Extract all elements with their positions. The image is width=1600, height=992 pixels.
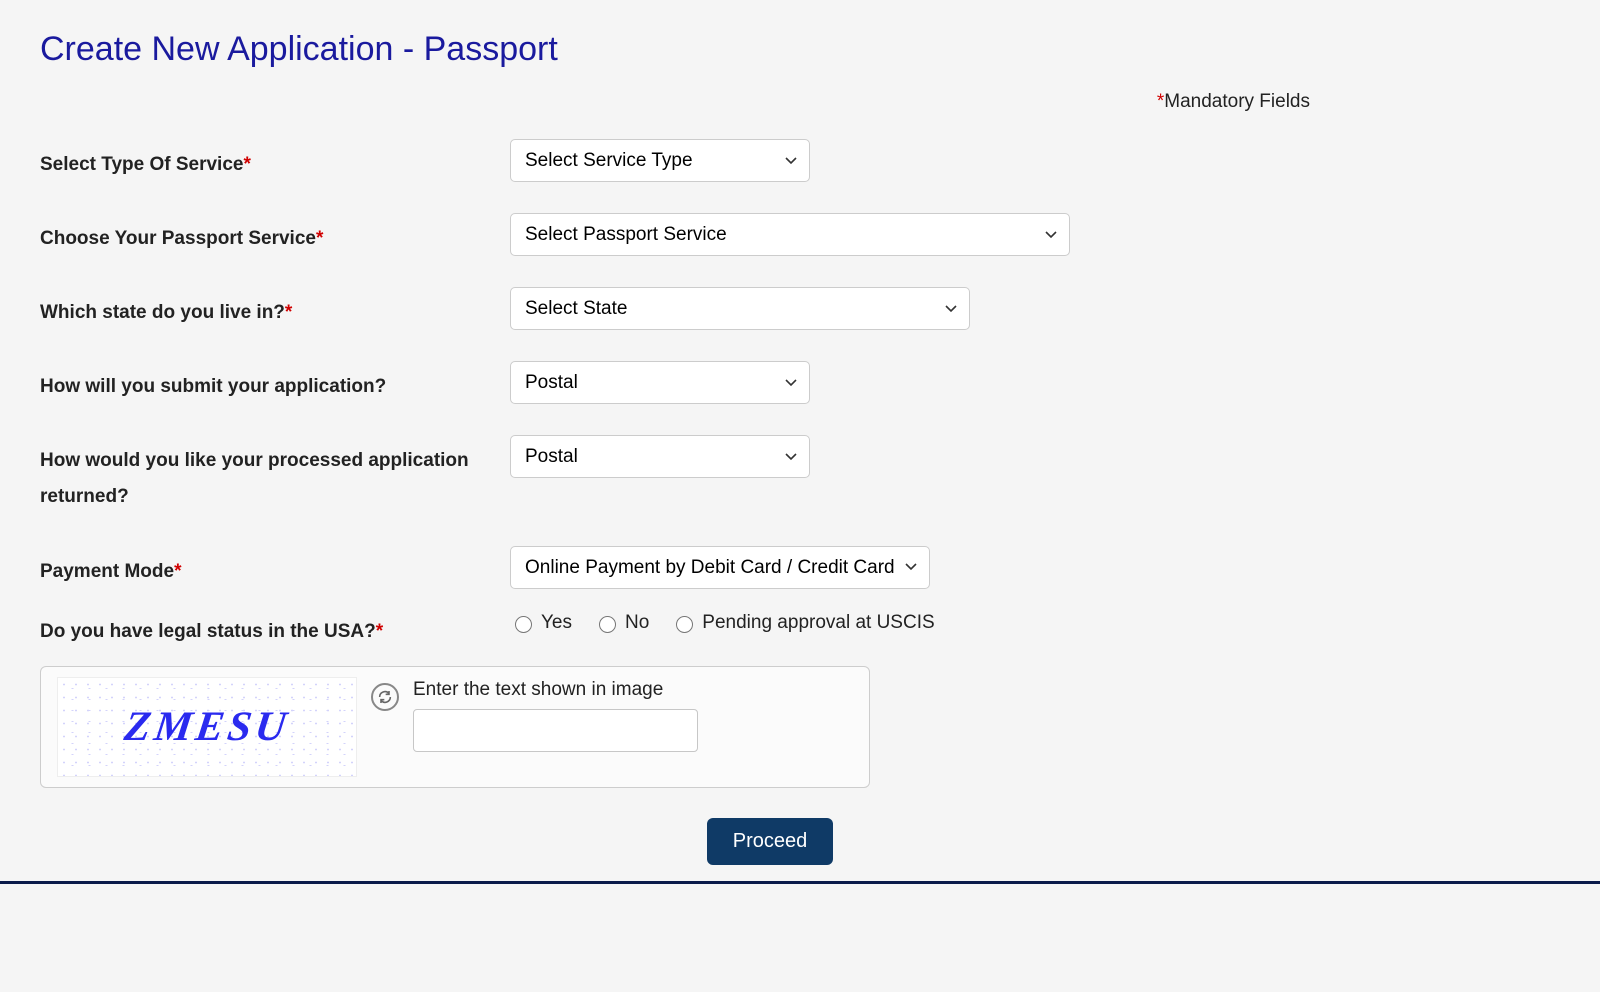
select-submit-method[interactable]: Postal: [510, 361, 810, 404]
row-payment-mode: Payment Mode* Online Payment by Debit Ca…: [40, 546, 1560, 590]
row-service-type: Select Type Of Service* Select Service T…: [40, 139, 1560, 183]
application-form: Create New Application - Passport *Manda…: [0, 0, 1600, 884]
label-state: Which state do you live in?*: [40, 287, 510, 331]
select-service-type[interactable]: Select Service Type: [510, 139, 810, 182]
select-passport-service[interactable]: Select Passport Service: [510, 213, 1070, 256]
radio-yes[interactable]: [515, 616, 532, 633]
captcha-prompt: Enter the text shown in image: [413, 679, 853, 701]
required-icon: *: [285, 302, 292, 323]
radio-option-yes[interactable]: Yes: [510, 612, 572, 634]
captcha-section: ZMESU Enter the text shown in image: [40, 666, 870, 788]
submit-row: Proceed: [40, 818, 1560, 865]
label-payment-mode: Payment Mode*: [40, 546, 510, 590]
row-passport-service: Choose Your Passport Service* Select Pas…: [40, 213, 1560, 257]
required-icon: *: [243, 154, 250, 175]
select-payment-mode[interactable]: Online Payment by Debit Card / Credit Ca…: [510, 546, 930, 589]
proceed-button[interactable]: Proceed: [707, 818, 834, 865]
row-return-method: How would you like your processed applic…: [40, 435, 1560, 515]
refresh-captcha-icon[interactable]: [371, 683, 399, 711]
captcha-entry: Enter the text shown in image: [413, 677, 853, 752]
select-return-method[interactable]: Postal: [510, 435, 810, 478]
label-return-method: How would you like your processed applic…: [40, 435, 510, 515]
page-title: Create New Application - Passport: [40, 30, 1560, 69]
label-legal-status: Do you have legal status in the USA?*: [40, 606, 510, 650]
legal-status-options: Yes No Pending approval at USCIS: [510, 606, 935, 634]
captcha-image: ZMESU: [57, 677, 357, 777]
radio-pending[interactable]: [676, 616, 693, 633]
captcha-input[interactable]: [413, 709, 698, 752]
radio-option-pending[interactable]: Pending approval at USCIS: [671, 612, 934, 634]
row-legal-status: Do you have legal status in the USA?* Ye…: [40, 606, 1560, 650]
label-passport-service: Choose Your Passport Service*: [40, 213, 510, 257]
select-state[interactable]: Select State: [510, 287, 970, 330]
required-icon: *: [376, 621, 383, 642]
required-icon: *: [174, 561, 181, 582]
mandatory-note: *Mandatory Fields: [40, 91, 1560, 113]
required-icon: *: [316, 228, 323, 249]
radio-no[interactable]: [599, 616, 616, 633]
row-submit-method: How will you submit your application? Po…: [40, 361, 1560, 405]
label-submit-method: How will you submit your application?: [40, 361, 510, 405]
row-state: Which state do you live in?* Select Stat…: [40, 287, 1560, 331]
label-service-type: Select Type Of Service*: [40, 139, 510, 183]
radio-option-no[interactable]: No: [594, 612, 649, 634]
